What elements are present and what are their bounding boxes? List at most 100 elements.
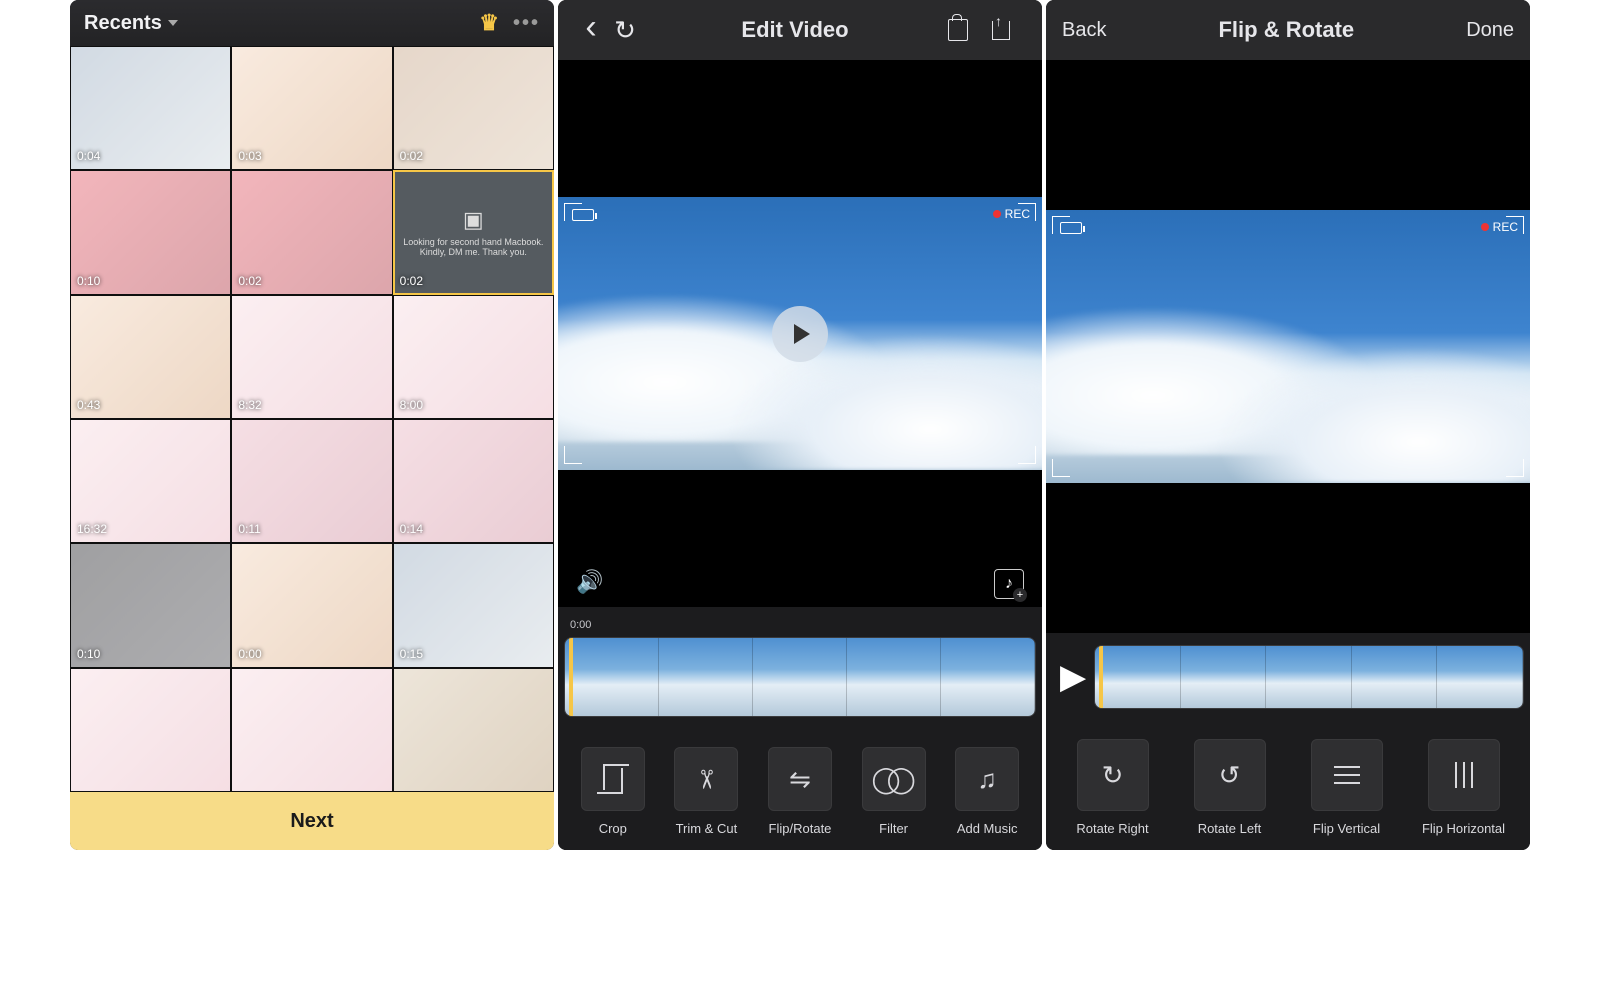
gallery-thumb[interactable]: 0:11 <box>231 419 392 543</box>
gallery-thumb[interactable]: 0:15 <box>393 543 554 667</box>
thumb-duration: 0:15 <box>400 647 423 661</box>
tool-rotate-left[interactable]: Rotate Left <box>1186 739 1274 836</box>
video-frame: REC <box>558 197 1042 469</box>
gallery-thumb[interactable]: 0:10 <box>70 170 231 294</box>
back-button[interactable]: Back <box>1062 19 1106 42</box>
fliph-icon <box>1463 762 1465 788</box>
timeline-timestamp: 0:00 <box>570 619 1036 631</box>
more-menu-icon[interactable]: ••• <box>513 12 540 35</box>
back-icon[interactable] <box>574 16 608 44</box>
thumb-duration: 0:02 <box>400 274 423 288</box>
music-icon <box>977 764 997 795</box>
tool-label: Filter <box>879 821 908 836</box>
add-music-icon[interactable]: ♪ <box>994 569 1024 599</box>
gallery-thumb[interactable] <box>70 668 231 792</box>
panel-flip-rotate: Back Flip & Rotate Done REC ▶ Rotate Rig… <box>1046 0 1530 850</box>
thumb-duration: 0:11 <box>238 522 260 536</box>
fr-timeline[interactable] <box>1094 645 1524 709</box>
play-icon[interactable]: ▶ <box>1060 657 1086 697</box>
bag-icon[interactable] <box>948 19 982 41</box>
edit-topbar: Edit Video <box>558 0 1042 60</box>
tool-flip-rotate[interactable]: Flip/Rotate <box>759 747 841 836</box>
gallery-thumb[interactable]: 0:02 <box>231 170 392 294</box>
gallery-thumb[interactable]: 8:00 <box>393 295 554 419</box>
chevron-down-icon <box>168 20 178 26</box>
rotr-icon <box>1102 760 1124 791</box>
thumb-duration: 0:04 <box>77 149 100 163</box>
thumb-duration: 0:02 <box>400 149 423 163</box>
tool-label: Flip Vertical <box>1313 821 1380 836</box>
play-button[interactable] <box>772 306 828 362</box>
crop-icon <box>597 768 629 790</box>
tool-crop[interactable]: Crop <box>572 747 654 836</box>
tool-label: Crop <box>599 821 627 836</box>
rotl-icon <box>1219 760 1241 791</box>
timeline-area: 0:00 <box>558 607 1042 725</box>
tool-filter[interactable]: Filter <box>853 747 935 836</box>
album-title: Recents <box>84 12 162 35</box>
edit-title: Edit Video <box>642 17 948 43</box>
thumb-duration: 16:32 <box>77 522 107 536</box>
tool-label: Trim & Cut <box>676 821 738 836</box>
app-three-panel-layout: Recents ♛ ••• 0:040:030:020:100:02▣Looki… <box>70 0 1530 850</box>
tool-flip-vertical[interactable]: Flip Vertical <box>1303 739 1391 836</box>
next-button[interactable]: Next <box>70 792 554 850</box>
thumb-duration: 0:00 <box>238 647 261 661</box>
gallery-thumb[interactable]: 0:03 <box>231 46 392 170</box>
rec-indicator: REC <box>993 207 1030 221</box>
gallery-thumb[interactable]: 0:04 <box>70 46 231 170</box>
flip-icon <box>789 764 811 795</box>
fr-video-frame: REC <box>1046 210 1530 482</box>
thumb-duration: 0:03 <box>238 149 261 163</box>
fr-topbar: Back Flip & Rotate Done <box>1046 0 1530 60</box>
gallery-thumb[interactable]: 0:02 <box>393 46 554 170</box>
gallery-thumb[interactable]: 8:32 <box>231 295 392 419</box>
thumb-duration: 0:02 <box>238 274 261 288</box>
tool-trim-cut[interactable]: Trim & Cut <box>665 747 747 836</box>
fr-title: Flip & Rotate <box>1106 17 1466 43</box>
thumb-duration: 8:00 <box>400 398 423 412</box>
tool-label: Rotate Left <box>1198 821 1262 836</box>
fr-tool-row: Rotate Right Rotate Left Flip Vertical Flip… <box>1046 717 1530 850</box>
tool-add-music[interactable]: Add Music <box>946 747 1028 836</box>
edit-tool-row: Crop Trim & Cut Flip/Rotate Filter Add Music <box>558 725 1042 850</box>
tool-flip-horizontal[interactable]: Flip Horizontal <box>1420 739 1508 836</box>
fr-timeline-cursor[interactable] <box>1099 645 1103 709</box>
gallery-thumb[interactable]: 0:00 <box>231 543 392 667</box>
gallery-thumb[interactable]: 16:32 <box>70 419 231 543</box>
gallery-thumb[interactable]: 0:10 <box>70 543 231 667</box>
thumb-duration: 0:14 <box>400 522 423 536</box>
share-icon[interactable] <box>992 21 1026 40</box>
done-button[interactable]: Done <box>1466 19 1514 42</box>
video-preview[interactable]: REC 🔊 ♪ <box>558 60 1042 607</box>
thumb-duration: 0:10 <box>77 274 100 288</box>
thumb-duration: 0:43 <box>77 398 100 412</box>
crown-premium-icon[interactable]: ♛ <box>479 10 499 36</box>
gallery-thumb[interactable]: ▣Looking for second hand Macbook.Kindly,… <box>393 170 554 294</box>
gallery-thumb[interactable] <box>393 668 554 792</box>
fr-timeline-area: ▶ <box>1046 633 1530 717</box>
gallery-header: Recents ♛ ••• <box>70 0 554 46</box>
reload-icon[interactable] <box>608 15 642 46</box>
thumb-duration: 8:32 <box>238 398 261 412</box>
battery-icon <box>1060 222 1082 234</box>
fr-preview[interactable]: REC <box>1046 60 1530 633</box>
tool-label: Rotate Right <box>1076 821 1148 836</box>
cut-icon <box>695 764 717 795</box>
gallery-thumb[interactable]: 0:14 <box>393 419 554 543</box>
panel-gallery: Recents ♛ ••• 0:040:030:020:100:02▣Looki… <box>70 0 554 850</box>
tool-rotate-right[interactable]: Rotate Right <box>1069 739 1157 836</box>
gallery-grid: 0:040:030:020:100:02▣Looking for second … <box>70 46 554 792</box>
gallery-thumb[interactable] <box>231 668 392 792</box>
panel-edit-video: Edit Video REC 🔊 ♪ 0:00 Cro <box>558 0 1042 850</box>
tool-label: Flip/Rotate <box>769 821 832 836</box>
rec-indicator: REC <box>1481 220 1518 234</box>
timeline-cursor[interactable] <box>569 637 573 717</box>
filter-icon <box>871 764 915 795</box>
volume-icon[interactable]: 🔊 <box>576 569 603 599</box>
timeline[interactable] <box>564 637 1036 717</box>
tool-label: Add Music <box>957 821 1018 836</box>
gallery-thumb[interactable]: 0:43 <box>70 295 231 419</box>
album-picker[interactable]: Recents <box>84 12 178 35</box>
flipv-icon <box>1334 774 1360 776</box>
